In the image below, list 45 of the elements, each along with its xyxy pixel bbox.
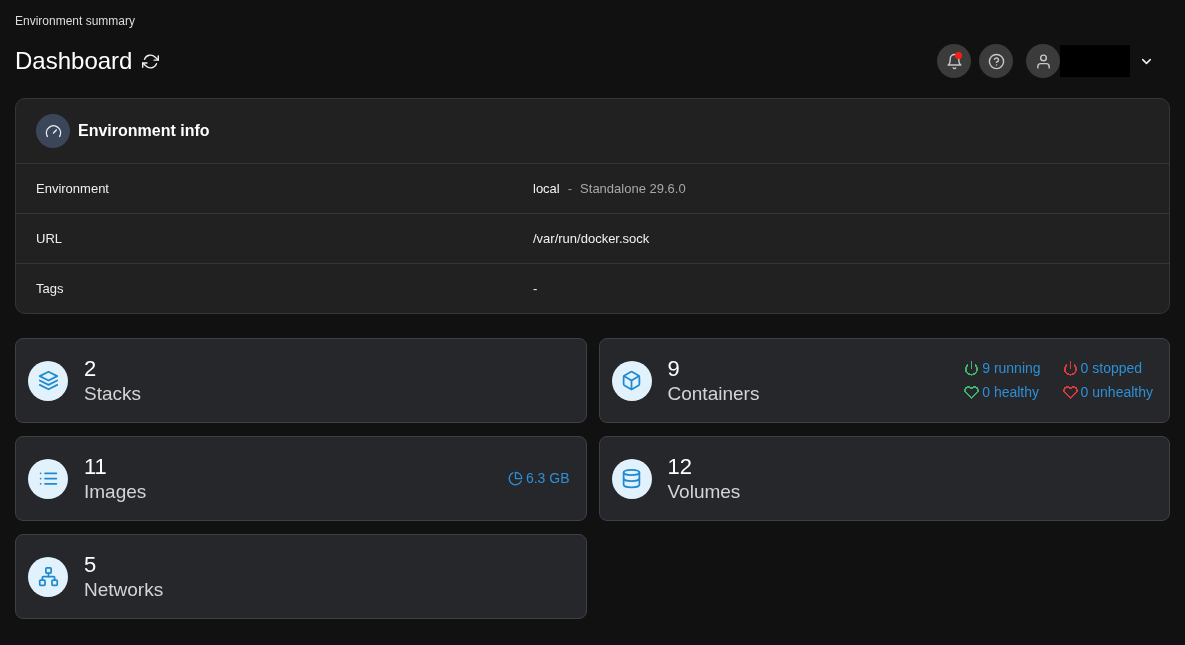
info-value: /var/run/docker.sock [533,229,650,248]
tile-label: Stacks [84,382,142,406]
tile-count: 2 [84,355,98,382]
tile-label: Networks [84,578,164,602]
pie-chart-icon [507,471,523,486]
network-icon [28,556,68,597]
container-stat[interactable]: 0 stopped [1080,358,1143,379]
tile-label: Images [84,480,147,504]
info-detail: Standalone 29.6.0 [580,179,686,198]
tile-count: 9 [667,355,681,382]
help-icon [987,52,1005,70]
summary-tile[interactable]: 2 Stacks [15,338,587,423]
info-value: local [533,179,560,198]
info-label: Tags [36,279,65,298]
layers-icon [28,360,68,401]
summary-tile[interactable]: 5 Networks [15,534,587,619]
tile-label: Containers [667,382,760,406]
page-title: Dashboard [15,46,133,76]
database-icon [611,458,652,499]
list-icon [28,458,68,499]
info-value: - [533,279,538,298]
cube-icon [611,360,652,401]
tile-count: 11 [84,453,108,480]
summary-tile[interactable]: 11 Images 6.3 GB [15,436,587,521]
info-label: URL [36,229,63,248]
container-stat[interactable]: 9 running [982,358,1041,379]
summary-tile[interactable]: 12 Volumes [598,436,1170,521]
gauge-icon [36,114,70,148]
tile-label: Volumes [667,480,741,504]
refresh-icon[interactable] [142,52,160,70]
panel-title: Environment info [78,121,210,141]
image-size: 6.3 GB [525,469,570,488]
container-stat[interactable]: 0 unhealthy [1080,382,1153,403]
breadcrumb: Environment summary [15,13,136,29]
help-button[interactable] [979,44,1013,78]
info-label: Environment [36,179,110,198]
bell-icon [945,52,963,70]
summary-tile[interactable]: 9 Containers 9 running 0 stopped 0 healthy 0 unhealthy [598,338,1170,423]
user-avatar-button[interactable] [1026,44,1060,78]
user-icon [1034,52,1052,70]
notifications-button[interactable] [937,44,971,78]
tile-count: 5 [84,551,98,578]
tile-count: 12 [667,453,693,480]
separator-text: - [567,179,573,198]
container-stat[interactable]: 0 healthy [982,382,1040,403]
